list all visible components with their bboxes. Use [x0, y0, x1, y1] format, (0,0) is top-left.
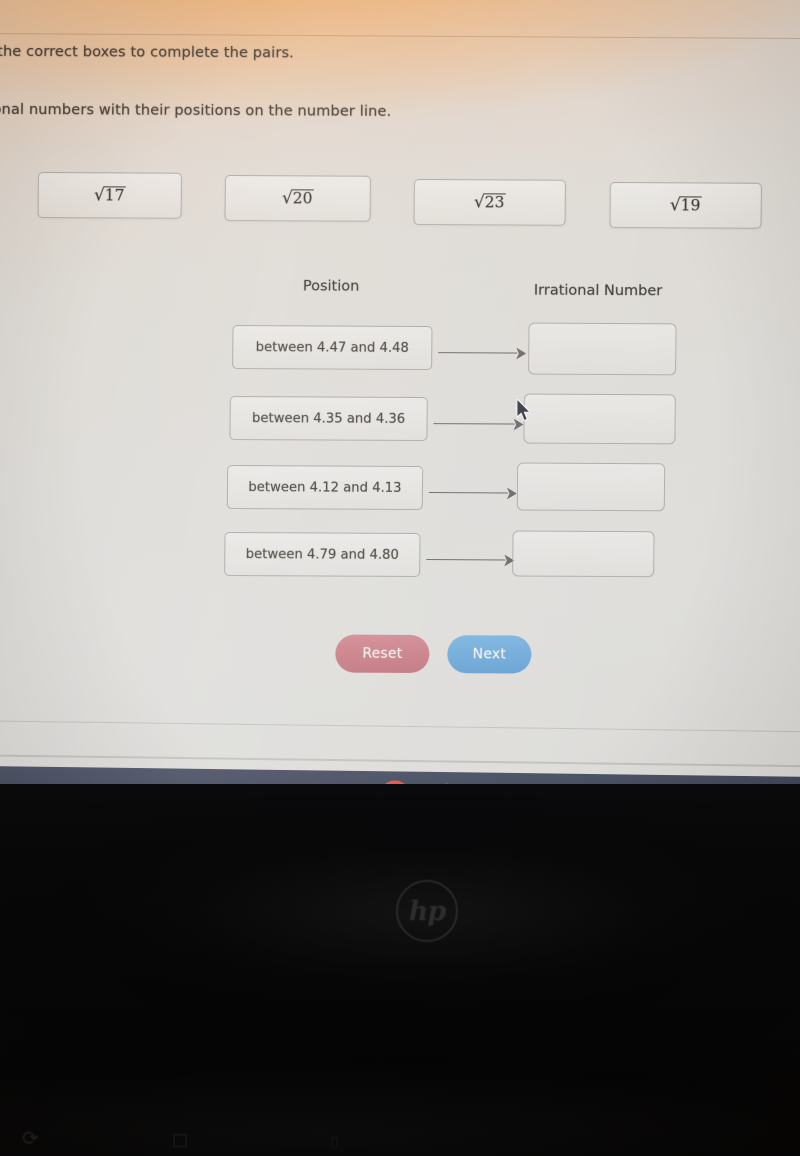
drag-tile-sqrt-23[interactable]: √ 23 [413, 178, 566, 226]
reset-button[interactable]: Reset [335, 634, 430, 674]
arrow-connector-icon [438, 346, 526, 360]
bezel-light-reflection [0, 784, 800, 1156]
drag-tile-sqrt-19[interactable]: √ 19 [609, 181, 762, 229]
instruction-line-2: onal numbers with their positions on the… [0, 101, 392, 120]
position-box: between 4.47 and 4.48 [232, 325, 433, 371]
sqrt-expression: √ 23 [474, 192, 506, 212]
laptop-screen: the correct boxes to complete the pairs.… [0, 0, 800, 790]
drag-tile-sqrt-20[interactable]: √ 20 [224, 174, 371, 222]
position-box: between 4.35 and 4.36 [229, 396, 428, 442]
answer-dropzone-4[interactable] [512, 530, 655, 578]
radicand: 20 [291, 189, 314, 208]
sqrt-expression: √ 20 [282, 188, 314, 208]
position-text: between 4.12 and 4.13 [248, 479, 402, 496]
refresh-key-icon[interactable]: ⟳ [22, 1126, 39, 1150]
answer-dropzone-1[interactable] [528, 322, 677, 376]
column-header-position: Position [302, 278, 360, 295]
position-box: between 4.12 and 4.13 [226, 464, 424, 511]
position-box: between 4.79 and 4.80 [224, 531, 421, 578]
position-text: between 4.47 and 4.48 [255, 339, 409, 356]
radicand: 17 [103, 186, 126, 205]
instruction-line-1: the correct boxes to complete the pairs. [0, 43, 295, 62]
worksheet-content: the correct boxes to complete the pairs.… [0, 0, 800, 790]
column-header-irrational-number: Irrational Number [533, 282, 663, 300]
answer-dropzone-2[interactable] [523, 393, 676, 445]
sqrt-expression: √ 17 [94, 185, 126, 205]
laptop-bezel [0, 784, 800, 1156]
sqrt-expression: √ 19 [670, 195, 702, 215]
answer-dropzone-3[interactable] [516, 462, 666, 512]
arrow-connector-icon [426, 553, 514, 567]
hp-logo: hp [396, 880, 458, 942]
mouse-cursor-icon [516, 399, 532, 422]
radicand: 19 [679, 196, 702, 215]
arrow-connector-icon [428, 486, 517, 500]
photograph-of-laptop-screen: the correct boxes to complete the pairs.… [0, 0, 800, 1156]
position-text: between 4.79 and 4.80 [245, 546, 399, 563]
position-text: between 4.35 and 4.36 [251, 410, 406, 427]
next-button[interactable]: Next [447, 635, 532, 674]
radicand: 23 [483, 193, 506, 212]
window-key-icon[interactable]: □ [172, 1130, 188, 1150]
drag-tile-sqrt-17[interactable]: √ 17 [37, 171, 182, 219]
keyboard-key-icon[interactable]: ⌷ [330, 1134, 339, 1152]
arrow-connector-icon [433, 417, 524, 431]
